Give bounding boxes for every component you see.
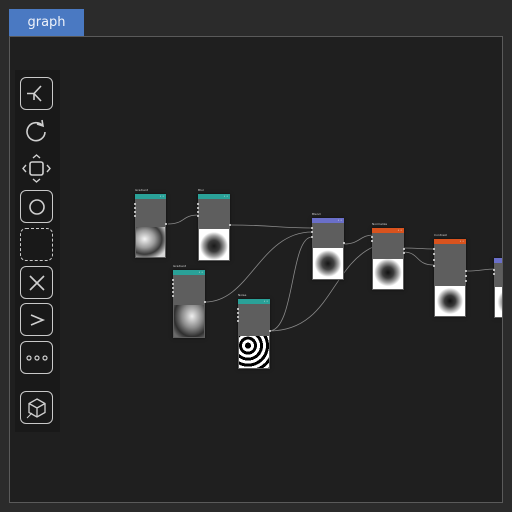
input-port[interactable] <box>197 211 199 213</box>
input-port[interactable] <box>371 240 373 242</box>
input-port[interactable] <box>172 283 174 285</box>
node-title: Gradient <box>135 188 149 192</box>
node-title: Normalize <box>372 222 388 226</box>
graph-node[interactable]: Normalize • • <box>371 222 405 290</box>
output-port[interactable] <box>229 224 231 226</box>
graph-node[interactable]: Blur • • <box>197 188 231 261</box>
node-preview <box>136 227 165 257</box>
input-port[interactable] <box>237 312 239 314</box>
node-header[interactable]: Noise • • <box>238 293 270 304</box>
node-preview <box>435 286 465 316</box>
connection-wires <box>167 214 495 332</box>
graph-node[interactable]: Blend • • <box>311 212 345 280</box>
graph-canvas[interactable]: Gradient • • Blur • • Gradient • • Noise… <box>9 36 503 503</box>
input-port[interactable] <box>134 211 136 213</box>
input-port[interactable] <box>197 207 199 209</box>
node-menu-icon[interactable]: • • <box>224 195 229 198</box>
graph-node[interactable] <box>493 258 502 318</box>
input-port[interactable] <box>311 227 313 229</box>
node-title: Contrast <box>434 233 447 237</box>
node-header[interactable]: Blend • • <box>312 212 344 223</box>
output-port[interactable] <box>465 280 467 282</box>
input-port[interactable] <box>433 253 435 255</box>
output-port[interactable] <box>403 252 405 254</box>
node-preview <box>313 248 343 279</box>
node-header[interactable]: Normalize • • <box>372 222 404 233</box>
node-title: Noise <box>238 293 247 297</box>
input-port[interactable] <box>197 203 199 205</box>
node-preview <box>199 229 229 260</box>
node-title: Blend <box>312 212 321 216</box>
input-port[interactable] <box>172 287 174 289</box>
input-port[interactable] <box>493 273 495 275</box>
node-menu-icon[interactable]: • • <box>460 240 465 243</box>
input-port[interactable] <box>237 320 239 322</box>
graph-node[interactable]: Noise • • <box>237 293 271 369</box>
node-header[interactable]: Blur • • <box>198 188 230 199</box>
input-port[interactable] <box>172 291 174 293</box>
node-preview <box>373 259 403 289</box>
node-preview <box>174 305 204 337</box>
node-menu-icon[interactable]: • • <box>199 271 204 274</box>
node-menu-icon[interactable]: • • <box>398 229 403 232</box>
node-header[interactable]: Gradient • • <box>135 188 166 199</box>
output-port[interactable] <box>465 275 467 277</box>
output-port[interactable] <box>403 248 405 250</box>
graph-node[interactable]: Gradient • • <box>172 264 206 338</box>
input-port[interactable] <box>172 279 174 281</box>
node-title: Gradient <box>173 264 187 268</box>
tab-graph[interactable]: graph <box>9 9 84 36</box>
input-port[interactable] <box>237 316 239 318</box>
input-port[interactable] <box>371 236 373 238</box>
input-port[interactable] <box>311 236 313 238</box>
output-port[interactable] <box>269 330 271 332</box>
node-header[interactable]: Gradient • • <box>173 264 205 275</box>
output-port[interactable] <box>165 223 167 225</box>
output-port[interactable] <box>465 270 467 272</box>
input-port[interactable] <box>172 295 174 297</box>
input-port[interactable] <box>134 207 136 209</box>
node-menu-icon[interactable]: • • <box>160 195 165 198</box>
input-port[interactable] <box>197 215 199 217</box>
input-port[interactable] <box>134 215 136 217</box>
input-port[interactable] <box>134 203 136 205</box>
node-menu-icon[interactable]: • • <box>264 300 269 303</box>
output-port[interactable] <box>204 301 206 303</box>
node-header[interactable]: Contrast • • <box>434 233 466 244</box>
input-port[interactable] <box>433 265 435 267</box>
input-port[interactable] <box>311 231 313 233</box>
input-port[interactable] <box>493 269 495 271</box>
input-port[interactable] <box>433 248 435 250</box>
node-menu-icon[interactable]: • • <box>338 219 343 222</box>
node-title: Blur <box>198 188 205 192</box>
node-preview <box>239 336 269 368</box>
node-preview <box>495 287 502 317</box>
input-port[interactable] <box>237 308 239 310</box>
output-port[interactable] <box>343 242 345 244</box>
graph-node[interactable]: Contrast • • <box>433 233 467 317</box>
graph-node[interactable]: Gradient • • <box>134 188 167 258</box>
input-port[interactable] <box>433 259 435 261</box>
node-header[interactable] <box>494 258 502 263</box>
